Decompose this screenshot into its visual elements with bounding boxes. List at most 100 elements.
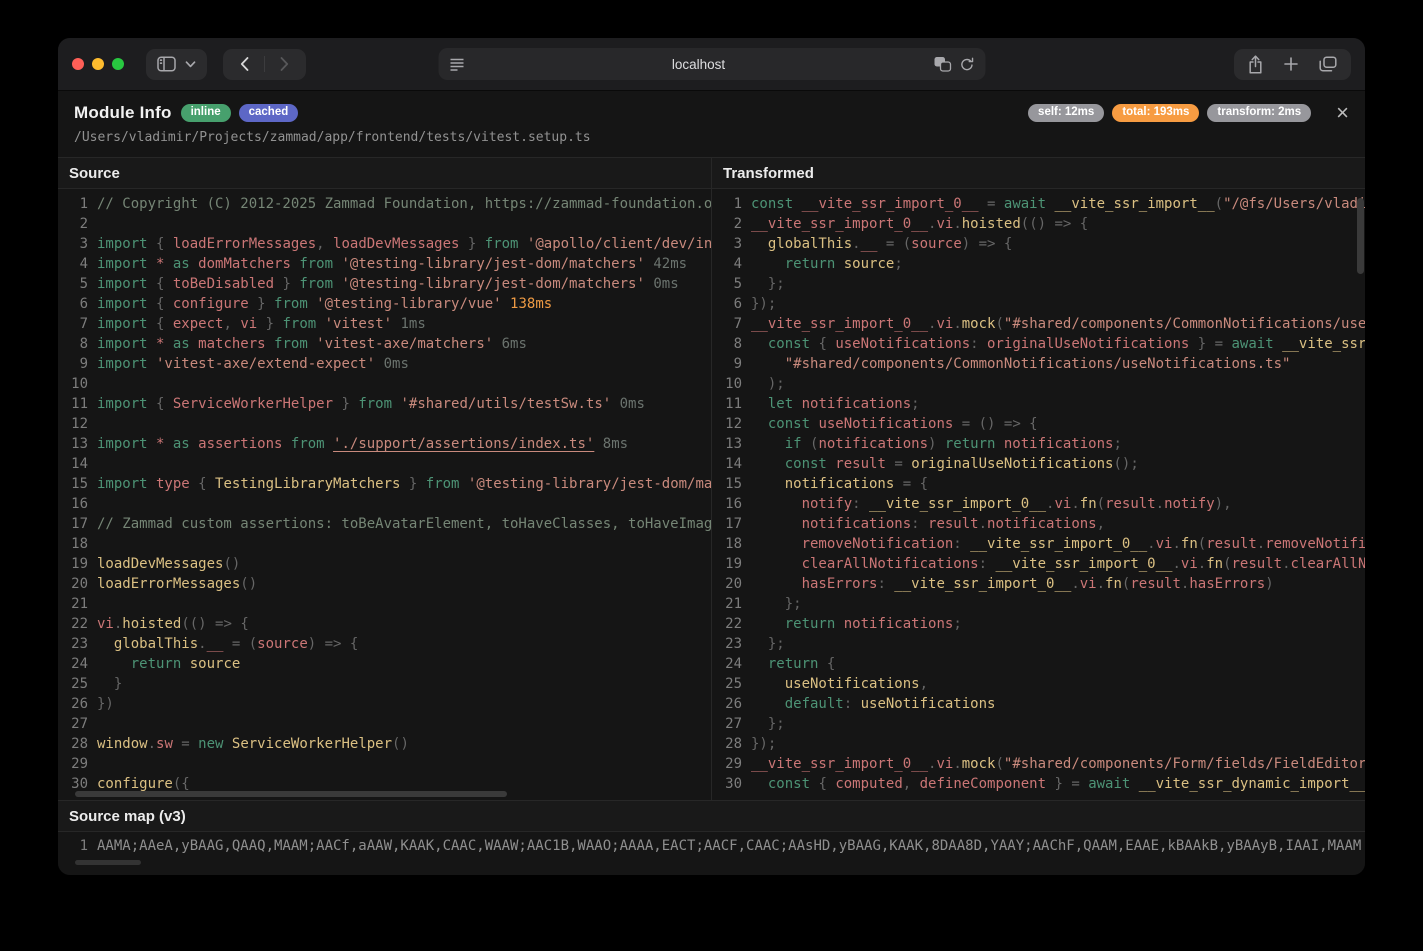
code-token: ServiceWorkerHelper bbox=[173, 396, 333, 412]
code-token: . bbox=[953, 316, 961, 332]
stat-transform: transform: 2ms bbox=[1207, 104, 1311, 123]
reload-icon[interactable] bbox=[959, 57, 974, 72]
translate-icon[interactable] bbox=[933, 56, 951, 72]
code-token: = bbox=[173, 736, 198, 752]
code-token: } = bbox=[1189, 336, 1231, 352]
module-badges: inlinecached bbox=[181, 104, 299, 123]
module-link[interactable]: './support/assertions/index.ts' bbox=[333, 436, 594, 452]
code-line: 28window.sw = new ServiceWorkerHelper() bbox=[58, 734, 711, 754]
code-token bbox=[97, 656, 131, 672]
code-line: 7__vite_ssr_import_0__.vi.mock("#shared/… bbox=[712, 314, 1365, 334]
code-token: from bbox=[299, 276, 333, 292]
code-token: removeNotification bbox=[802, 536, 954, 552]
code-line: 9import 'vitest-axe/extend-expect' 0ms bbox=[58, 354, 711, 374]
source-horizontal-scrollbar[interactable] bbox=[75, 791, 507, 797]
close-window-button[interactable] bbox=[72, 58, 84, 70]
line-number: 19 bbox=[58, 554, 88, 574]
back-button[interactable] bbox=[234, 57, 255, 71]
source-code: 1// Copyright (C) 2012-2025 Zammad Found… bbox=[58, 189, 711, 800]
code-token: "#shared/components/Form/fields/FieldEdi… bbox=[1004, 756, 1365, 772]
sidebar-toggle-button[interactable] bbox=[146, 49, 207, 80]
code-token: . bbox=[1198, 556, 1206, 572]
line-number: 15 bbox=[712, 474, 742, 494]
line-number: 5 bbox=[58, 274, 88, 294]
code-token: ({ bbox=[173, 776, 190, 792]
code-line: 21 bbox=[58, 594, 711, 614]
code-line: 8 const { useNotifications: originalUseN… bbox=[712, 334, 1365, 354]
code-token: as bbox=[173, 256, 190, 272]
line-number: 13 bbox=[58, 434, 88, 454]
code-token: notifications bbox=[835, 616, 953, 632]
sourcemap-horizontal-scrollbar[interactable] bbox=[75, 860, 141, 865]
address-bar[interactable]: localhost bbox=[438, 48, 985, 80]
code-token: ServiceWorkerHelper bbox=[223, 736, 392, 752]
code-token: '@testing-library/jest-dom/matchers' bbox=[459, 476, 711, 492]
code-token: useNotifications bbox=[835, 336, 970, 352]
code-token: const bbox=[751, 196, 793, 212]
share-icon[interactable] bbox=[1248, 55, 1263, 74]
code-token: : bbox=[979, 556, 996, 572]
code-token: '@testing-library/jest-dom/matchers' bbox=[333, 276, 645, 292]
minimize-window-button[interactable] bbox=[92, 58, 104, 70]
transformed-vertical-scrollbar[interactable] bbox=[1357, 198, 1364, 274]
code-token: * bbox=[148, 256, 173, 272]
forward-button[interactable] bbox=[274, 57, 295, 71]
code-token: result bbox=[928, 516, 979, 532]
code-token: __vite_ssr_import_0__ bbox=[995, 556, 1172, 572]
code-token: import bbox=[97, 396, 148, 412]
code-line: 13import * as assertions from './support… bbox=[58, 434, 711, 454]
code-line: 16 bbox=[58, 494, 711, 514]
code-token: : bbox=[877, 576, 894, 592]
zoom-window-button[interactable] bbox=[112, 58, 124, 70]
line-number: 22 bbox=[712, 614, 742, 634]
code-token: defineComponent bbox=[920, 776, 1046, 792]
transformed-pane-title: Transformed bbox=[712, 158, 1365, 189]
code-token: }; bbox=[751, 276, 785, 292]
code-token: matchers bbox=[190, 336, 274, 352]
code-token: ( bbox=[995, 756, 1003, 772]
code-token: ( bbox=[802, 436, 819, 452]
code-token: await bbox=[1004, 196, 1046, 212]
code-token: . bbox=[198, 636, 206, 652]
code-token: source bbox=[911, 236, 962, 252]
code-token: __vite_ssr_import_0__ bbox=[793, 196, 978, 212]
code-token: 0ms bbox=[611, 396, 645, 412]
code-line: 11import { ServiceWorkerHelper } from '#… bbox=[58, 394, 711, 414]
line-number: 8 bbox=[712, 334, 742, 354]
tab-overview-icon[interactable] bbox=[1319, 56, 1337, 72]
code-token: loadErrorMessages bbox=[173, 236, 316, 252]
code-token: sw bbox=[156, 736, 173, 752]
code-token bbox=[751, 536, 802, 552]
code-token: 42ms bbox=[645, 256, 687, 272]
code-token: 'vitest-axe/matchers' bbox=[308, 336, 493, 352]
code-token: expect bbox=[173, 316, 224, 332]
line-number: 7 bbox=[58, 314, 88, 334]
line-number: 18 bbox=[58, 534, 88, 554]
line-number: 11 bbox=[58, 394, 88, 414]
code-token: import bbox=[97, 436, 148, 452]
code-token: __vite_ssr_import__ bbox=[1046, 196, 1215, 212]
close-panel-button[interactable]: × bbox=[1336, 105, 1349, 121]
code-token: }; bbox=[751, 636, 785, 652]
code-token: { bbox=[148, 316, 173, 332]
code-token: "#shared/components/CommonNotifications/… bbox=[785, 356, 1291, 372]
code-token: from bbox=[274, 296, 308, 312]
page-format-icon[interactable] bbox=[449, 58, 464, 71]
line-number: 21 bbox=[58, 594, 88, 614]
code-line: 26}) bbox=[58, 694, 711, 714]
line-number: 20 bbox=[712, 574, 742, 594]
code-line: 1const __vite_ssr_import_0__ = await __v… bbox=[712, 194, 1365, 214]
code-token: return bbox=[131, 656, 182, 672]
code-token: ) bbox=[928, 436, 945, 452]
code-line: 15import type { TestingLibraryMatchers }… bbox=[58, 474, 711, 494]
sourcemap-section: Source map (v3) 1 AAMA;AAeA,yBAAG,QAAQ,M… bbox=[58, 800, 1365, 875]
code-token: loadErrorMessages bbox=[97, 576, 240, 592]
code-token: result bbox=[1206, 536, 1257, 552]
code-token bbox=[751, 476, 785, 492]
code-token: __vite_ssr_dynamic_import__ bbox=[1274, 336, 1365, 352]
code-token: const bbox=[768, 416, 810, 432]
new-tab-icon[interactable] bbox=[1284, 57, 1298, 71]
line-number: 13 bbox=[712, 434, 742, 454]
code-token: from bbox=[426, 476, 460, 492]
code-token: vi bbox=[240, 316, 257, 332]
